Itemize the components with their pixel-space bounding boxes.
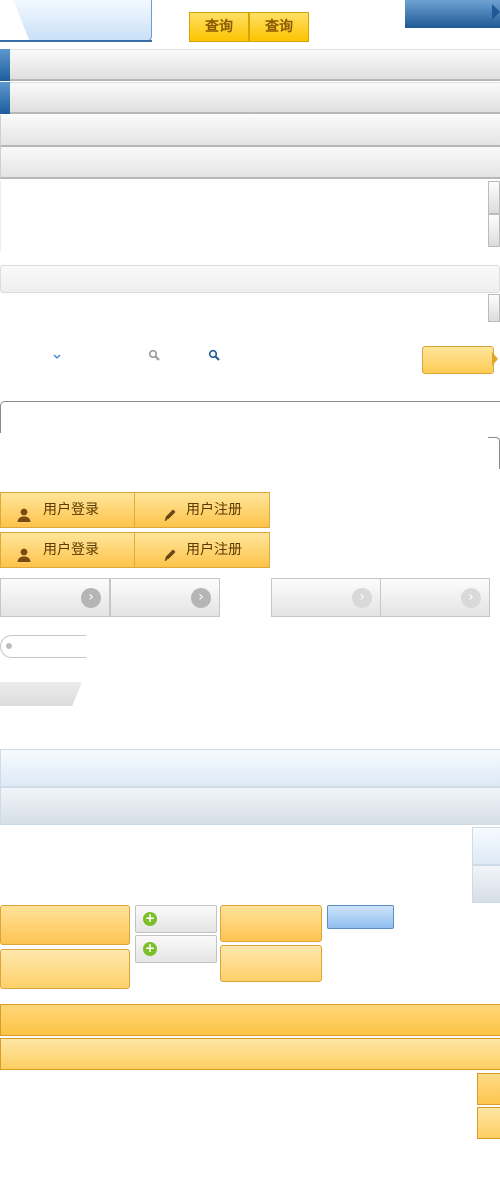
login-button[interactable]: 用户登录 (0, 492, 135, 528)
action-button[interactable] (0, 949, 130, 989)
menu-bar-accent (0, 49, 10, 81)
tab-underline (0, 40, 152, 42)
arrow-button[interactable]: › (271, 578, 381, 617)
user-icon (16, 542, 32, 562)
menu-bar[interactable] (0, 115, 500, 147)
register-label: 用户注册 (186, 502, 242, 518)
login-button[interactable]: 用户登录 (0, 532, 135, 568)
search-icon[interactable] (148, 349, 162, 363)
arrow-right-icon: › (352, 588, 372, 608)
nav-tab-active[interactable] (405, 0, 500, 28)
nav-tab-arrow (492, 4, 500, 20)
arrow-button[interactable]: › (0, 578, 110, 617)
add-button[interactable]: + (135, 905, 217, 933)
arrow-button[interactable]: › (110, 578, 220, 617)
side-tab[interactable] (477, 1073, 500, 1105)
side-tab[interactable] (472, 865, 500, 903)
action-button[interactable] (0, 905, 130, 945)
register-label: 用户注册 (186, 542, 242, 558)
side-tab[interactable] (477, 1107, 500, 1139)
text-area[interactable] (0, 401, 500, 433)
pencil-icon (162, 542, 178, 561)
chevron-down-icon[interactable] (50, 351, 64, 365)
arrow-right-icon: › (191, 588, 211, 608)
menu-bar[interactable] (0, 82, 500, 114)
login-label: 用户登录 (43, 542, 99, 558)
user-icon (16, 502, 32, 522)
content-area (0, 181, 488, 251)
menu-bar-accent (0, 82, 10, 114)
panel-header (0, 265, 500, 293)
login-label: 用户登录 (43, 502, 99, 518)
arrow-right-icon (492, 352, 498, 366)
next-button[interactable] (422, 346, 494, 374)
arrow-button[interactable]: › (380, 578, 490, 617)
arrow-right-icon: › (81, 588, 101, 608)
side-tab[interactable] (488, 181, 500, 214)
pencil-icon (162, 502, 178, 521)
blue-button[interactable] (327, 905, 394, 929)
plus-icon: + (143, 941, 157, 956)
search-icon[interactable] (208, 349, 222, 363)
menu-bar[interactable] (0, 49, 500, 81)
arrow-right-icon: › (461, 588, 481, 608)
radio-dot (6, 643, 12, 649)
panel-bar[interactable] (0, 787, 500, 825)
text-area-corner (488, 437, 500, 469)
side-tab[interactable] (488, 294, 500, 322)
section-bar[interactable] (0, 1038, 500, 1070)
panel-bar[interactable] (0, 749, 500, 787)
register-button[interactable]: 用户注册 (134, 492, 270, 528)
search-input[interactable] (0, 635, 86, 658)
side-tab[interactable] (488, 214, 500, 247)
label-tag (0, 682, 82, 706)
query-button[interactable]: 查询 (189, 12, 249, 42)
action-button[interactable] (220, 945, 322, 982)
side-tab[interactable] (472, 827, 500, 865)
query-button[interactable]: 查询 (249, 12, 309, 42)
register-button[interactable]: 用户注册 (134, 532, 270, 568)
add-button[interactable]: + (135, 935, 217, 963)
plus-icon: + (143, 911, 157, 926)
menu-bar[interactable] (0, 147, 500, 179)
action-button[interactable] (220, 905, 322, 942)
section-bar[interactable] (0, 1004, 500, 1036)
